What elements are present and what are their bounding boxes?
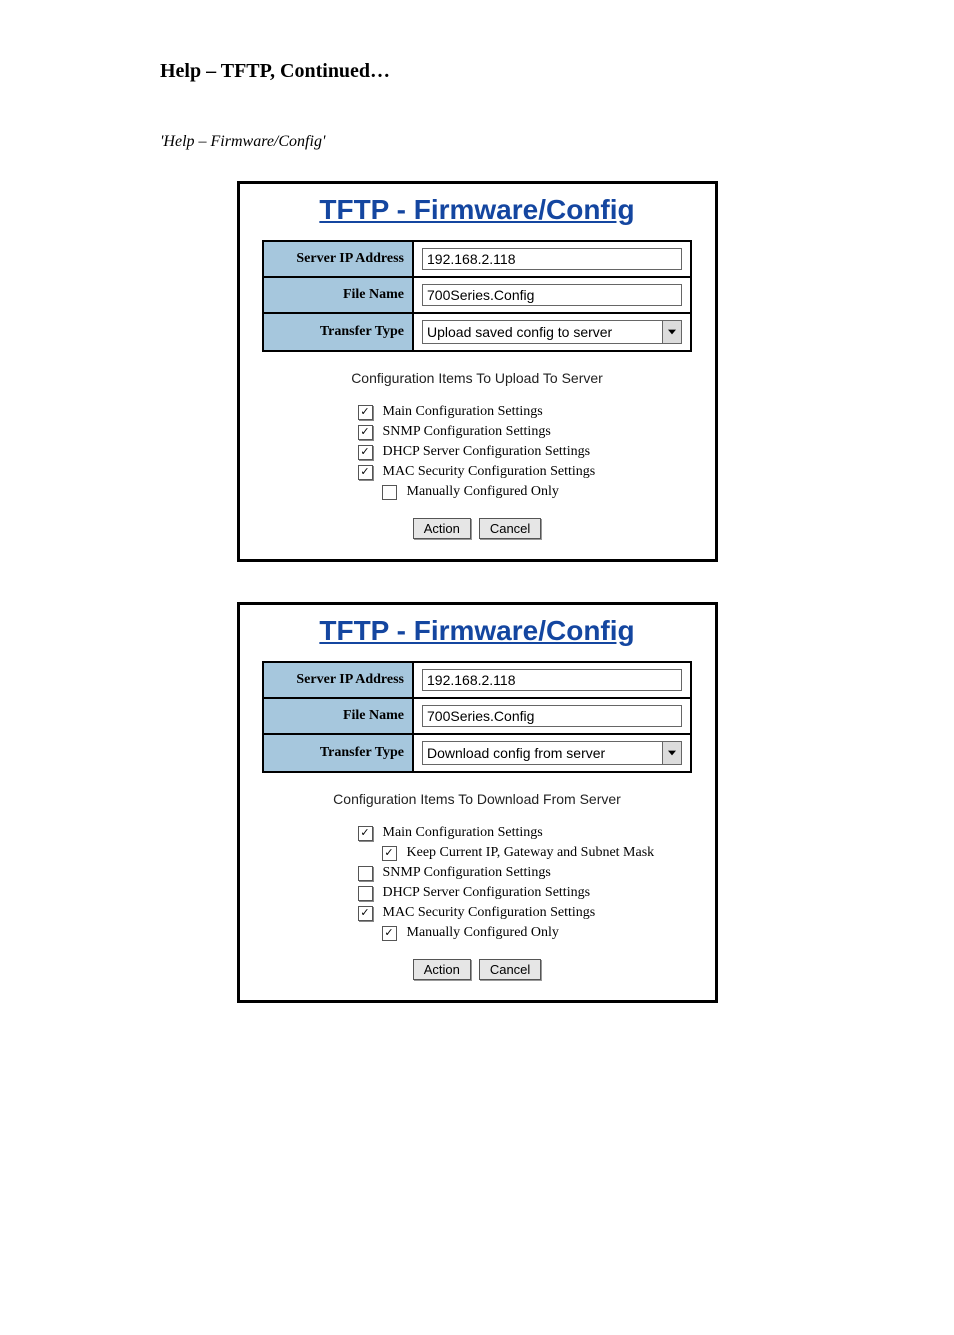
server-ip-input[interactable] bbox=[422, 669, 682, 691]
form-table: Server IP Address File Name Transfer Typ… bbox=[262, 240, 692, 352]
check-icon: ✓ bbox=[360, 828, 369, 839]
check-icon: ✓ bbox=[360, 908, 369, 919]
check-icon: ✓ bbox=[384, 848, 393, 859]
checkbox-label: MAC Security Configuration Settings bbox=[383, 464, 596, 480]
checkbox-label: Main Configuration Settings bbox=[383, 825, 543, 841]
transfer-type-value: Upload saved config to server bbox=[423, 321, 662, 343]
checkbox-main[interactable]: ✓ bbox=[358, 826, 373, 841]
transfer-type-select[interactable]: Upload saved config to server bbox=[422, 320, 682, 344]
check-icon: ✓ bbox=[360, 407, 369, 418]
checkbox-dhcp[interactable]: ✓ bbox=[358, 445, 373, 460]
checkbox-mac[interactable]: ✓ bbox=[358, 465, 373, 480]
action-button[interactable]: Action bbox=[413, 518, 471, 539]
checkbox-snmp[interactable] bbox=[358, 866, 373, 881]
label-transfer-type: Transfer Type bbox=[263, 313, 413, 351]
dropdown-icon[interactable] bbox=[662, 321, 681, 343]
check-icon: ✓ bbox=[360, 467, 369, 478]
panel-title: TFTP - Firmware/Config bbox=[240, 184, 715, 240]
transfer-type-value: Download config from server bbox=[423, 742, 662, 764]
check-icon: ✓ bbox=[384, 928, 393, 939]
checkbox-main[interactable]: ✓ bbox=[358, 405, 373, 420]
transfer-type-select[interactable]: Download config from server bbox=[422, 741, 682, 765]
tftp-panel-download: TFTP - Firmware/Config Server IP Address… bbox=[237, 602, 718, 1003]
label-file-name: File Name bbox=[263, 698, 413, 734]
checkbox-label: DHCP Server Configuration Settings bbox=[383, 885, 591, 901]
check-icon: ✓ bbox=[360, 427, 369, 438]
checkbox-label: Keep Current IP, Gateway and Subnet Mask bbox=[407, 845, 655, 861]
checkbox-label: SNMP Configuration Settings bbox=[383, 424, 551, 440]
checkbox-label: MAC Security Configuration Settings bbox=[383, 905, 596, 921]
cancel-button[interactable]: Cancel bbox=[479, 518, 541, 539]
section-label: Configuration Items To Upload To Server bbox=[240, 370, 715, 386]
checkbox-snmp[interactable]: ✓ bbox=[358, 425, 373, 440]
page-heading: Help – TFTP, Continued… bbox=[160, 60, 954, 83]
tftp-panel-upload: TFTP - Firmware/Config Server IP Address… bbox=[237, 181, 718, 562]
checkbox-keep-ip[interactable]: ✓ bbox=[382, 846, 397, 861]
file-name-input[interactable] bbox=[422, 284, 682, 306]
checkbox-manual[interactable]: ✓ bbox=[382, 926, 397, 941]
check-icon: ✓ bbox=[360, 447, 369, 458]
checkbox-label: SNMP Configuration Settings bbox=[383, 865, 551, 881]
checkbox-label: Main Configuration Settings bbox=[383, 404, 543, 420]
checkbox-label: Manually Configured Only bbox=[407, 484, 559, 500]
label-file-name: File Name bbox=[263, 277, 413, 313]
checkbox-label: DHCP Server Configuration Settings bbox=[383, 444, 591, 460]
page-subheading: 'Help – Firmware/Config' bbox=[160, 133, 954, 151]
server-ip-input[interactable] bbox=[422, 248, 682, 270]
checkbox-dhcp[interactable] bbox=[358, 886, 373, 901]
checkbox-label: Manually Configured Only bbox=[407, 925, 559, 941]
label-server-ip: Server IP Address bbox=[263, 241, 413, 277]
action-button[interactable]: Action bbox=[413, 959, 471, 980]
checkbox-group: ✓ Main Configuration Settings ✓ Keep Curre… bbox=[358, 825, 715, 941]
file-name-input[interactable] bbox=[422, 705, 682, 727]
checkbox-group: ✓ Main Configuration Settings ✓ SNMP Confi… bbox=[358, 404, 715, 500]
section-label: Configuration Items To Download From Ser… bbox=[240, 791, 715, 807]
checkbox-mac[interactable]: ✓ bbox=[358, 906, 373, 921]
dropdown-icon[interactable] bbox=[662, 742, 681, 764]
form-table: Server IP Address File Name Transfer Typ… bbox=[262, 661, 692, 773]
panel-title: TFTP - Firmware/Config bbox=[240, 605, 715, 661]
label-server-ip: Server IP Address bbox=[263, 662, 413, 698]
checkbox-manual[interactable] bbox=[382, 485, 397, 500]
label-transfer-type: Transfer Type bbox=[263, 734, 413, 772]
cancel-button[interactable]: Cancel bbox=[479, 959, 541, 980]
